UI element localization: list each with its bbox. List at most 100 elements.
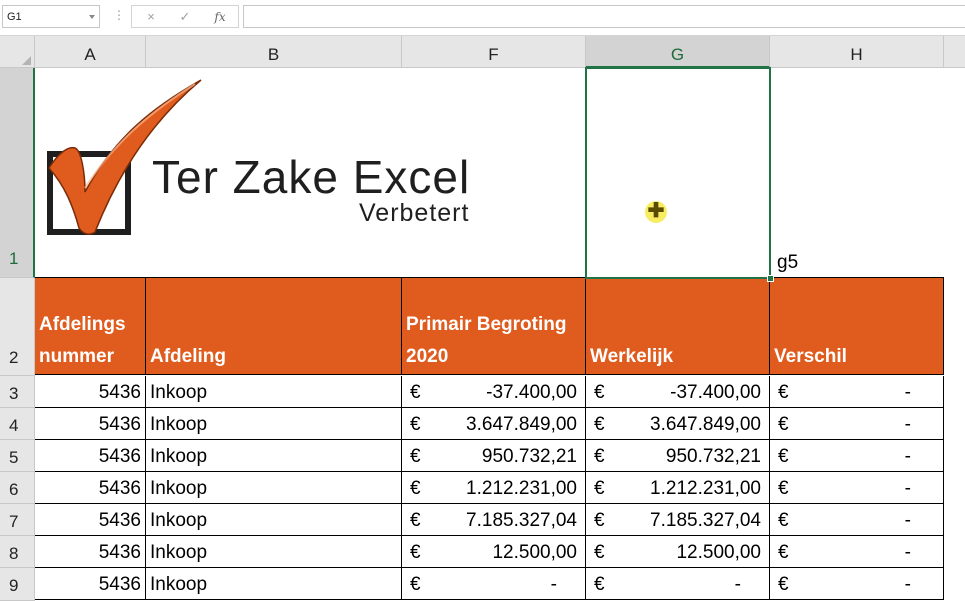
table-cell-werkelijk[interactable]: €3.647.849,00: [586, 408, 770, 440]
table-cell-nummer[interactable]: 5436: [35, 408, 146, 440]
amount-value: -: [904, 542, 911, 563]
amount-value: 950.732,21: [665, 446, 761, 467]
table-cell-begroting[interactable]: €950.732,21: [402, 440, 586, 472]
select-all-icon: [22, 56, 31, 65]
currency-symbol: €: [410, 382, 421, 403]
table-cell-werkelijk[interactable]: €950.732,21: [586, 440, 770, 472]
table-cell-nummer[interactable]: 5436: [35, 504, 146, 536]
header-cell-verschil[interactable]: Verschil: [770, 278, 944, 375]
table-cell-afdeling[interactable]: Inkoop: [146, 568, 402, 600]
currency-symbol: €: [410, 574, 421, 595]
table-cell-verschil[interactable]: € -: [770, 408, 944, 440]
header-cell-afdeling[interactable]: Afdeling: [146, 278, 402, 375]
table-row: 5436 Inkoop €950.732,21 €950.732,21 € -: [35, 440, 944, 472]
table-row: 5436 Inkoop €3.647.849,00 €3.647.849,00 € -: [35, 408, 944, 440]
header-cell-werkelijk[interactable]: Werkelijk: [586, 278, 770, 375]
enter-icon[interactable]: ✓: [175, 8, 195, 26]
table-cell-nummer[interactable]: 5436: [35, 440, 146, 472]
header-text-line: Werkelijk: [590, 346, 674, 367]
column-header-bar: A B F G H: [0, 36, 965, 68]
amount-value: -: [550, 574, 557, 595]
table-cell-begroting[interactable]: €3.647.849,00: [402, 408, 586, 440]
table-cell-begroting[interactable]: € -: [402, 568, 586, 600]
table-cell-begroting[interactable]: €12.500,00: [402, 536, 586, 568]
table-cell-verschil[interactable]: € -: [770, 504, 944, 536]
header-cell-afdelingsnummer[interactable]: Afdelings nummer: [35, 278, 146, 375]
currency-symbol: €: [410, 478, 421, 499]
table-cell-verschil[interactable]: € -: [770, 568, 944, 600]
currency-symbol: €: [778, 478, 789, 499]
cancel-icon[interactable]: ×: [141, 8, 161, 26]
currency-symbol: €: [778, 414, 789, 435]
row-header-1[interactable]: 1: [0, 68, 35, 278]
table-row: 5436 Inkoop € - € - € -: [35, 568, 944, 600]
table-cell-werkelijk[interactable]: € -37.400,00: [586, 376, 770, 408]
row-header-7[interactable]: 7: [0, 504, 35, 536]
amount-value: 7.185.327,04: [650, 510, 761, 531]
table-cell-afdeling[interactable]: Inkoop: [146, 408, 402, 440]
header-cell-primair-begroting[interactable]: Primair Begroting 2020: [402, 278, 586, 375]
row-header-5[interactable]: 5: [0, 440, 35, 472]
table-cell-begroting[interactable]: €7.185.327,04: [402, 504, 586, 536]
amount-value: -: [904, 414, 911, 435]
row-header-9[interactable]: 9: [0, 568, 35, 601]
amount-value: 3.647.849,00: [466, 414, 577, 435]
column-header-f[interactable]: F: [402, 36, 586, 68]
header-text-line: Afdeling: [150, 346, 226, 367]
column-header-h[interactable]: H: [770, 36, 944, 68]
name-box[interactable]: G1: [2, 5, 100, 28]
table-cell-werkelijk[interactable]: €1.212.231,00: [586, 472, 770, 504]
table-cell-nummer[interactable]: 5436: [35, 536, 146, 568]
cell-h1[interactable]: g5: [777, 250, 798, 276]
column-header-b[interactable]: B: [146, 36, 402, 68]
table-row: 5436 Inkoop €12.500,00 €12.500,00 € -: [35, 536, 944, 568]
currency-symbol: €: [410, 414, 421, 435]
currency-symbol: €: [778, 382, 789, 403]
row-header-3[interactable]: 3: [0, 376, 35, 408]
header-text-line: Primair Begroting: [406, 314, 567, 335]
column-header-g[interactable]: G: [586, 36, 770, 68]
table-row: 5436 Inkoop € -37.400,00 € -37.400,00 € -: [35, 376, 944, 408]
table-cell-verschil[interactable]: € -: [770, 376, 944, 408]
select-all-button[interactable]: [0, 36, 35, 68]
worksheet-grid[interactable]: Ter Zake Excel Verbetert g5 Afdelings nu…: [35, 68, 965, 601]
amount-value: -: [734, 574, 741, 595]
row-header-6[interactable]: 6: [0, 472, 35, 504]
currency-symbol: €: [778, 446, 789, 467]
table-cell-afdeling[interactable]: Inkoop: [146, 472, 402, 504]
row-header-4[interactable]: 4: [0, 408, 35, 440]
gridline: [770, 68, 771, 278]
currency-symbol: €: [778, 510, 789, 531]
table-cell-werkelijk[interactable]: €7.185.327,04: [586, 504, 770, 536]
row-header-2[interactable]: 2: [0, 278, 35, 376]
table-cell-nummer[interactable]: 5436: [35, 472, 146, 504]
amount-value: -: [904, 574, 911, 595]
table-cell-verschil[interactable]: € -: [770, 536, 944, 568]
header-text-line: nummer: [39, 346, 114, 367]
table-cell-nummer[interactable]: 5436: [35, 376, 146, 408]
amount-value: 1.212.231,00: [650, 478, 761, 499]
column-header-a[interactable]: A: [35, 36, 146, 68]
table-cell-nummer[interactable]: 5436: [35, 568, 146, 600]
table-cell-begroting[interactable]: € -37.400,00: [402, 376, 586, 408]
row-header-8[interactable]: 8: [0, 536, 35, 568]
table-cell-afdeling[interactable]: Inkoop: [146, 504, 402, 536]
name-box-dropdown-icon[interactable]: [89, 15, 95, 19]
header-text-line: Afdelings: [39, 314, 126, 335]
table-cell-afdeling[interactable]: Inkoop: [146, 536, 402, 568]
table-cell-afdeling[interactable]: Inkoop: [146, 440, 402, 472]
currency-symbol: €: [594, 574, 605, 595]
table-cell-verschil[interactable]: € -: [770, 440, 944, 472]
table-cell-verschil[interactable]: € -: [770, 472, 944, 504]
formula-input[interactable]: [243, 5, 965, 28]
insert-function-icon[interactable]: fx: [210, 8, 230, 26]
table-cell-afdeling[interactable]: Inkoop: [146, 376, 402, 408]
currency-symbol: €: [410, 510, 421, 531]
amount-value: 3.647.849,00: [650, 414, 761, 435]
table-cell-begroting[interactable]: €1.212.231,00: [402, 472, 586, 504]
currency-symbol: €: [410, 542, 421, 563]
table-cell-werkelijk[interactable]: € -: [586, 568, 770, 600]
header-text-line: 2020: [406, 346, 449, 367]
table-cell-werkelijk[interactable]: €12.500,00: [586, 536, 770, 568]
formula-bar-grip-icon[interactable]: ⋮: [113, 8, 125, 22]
